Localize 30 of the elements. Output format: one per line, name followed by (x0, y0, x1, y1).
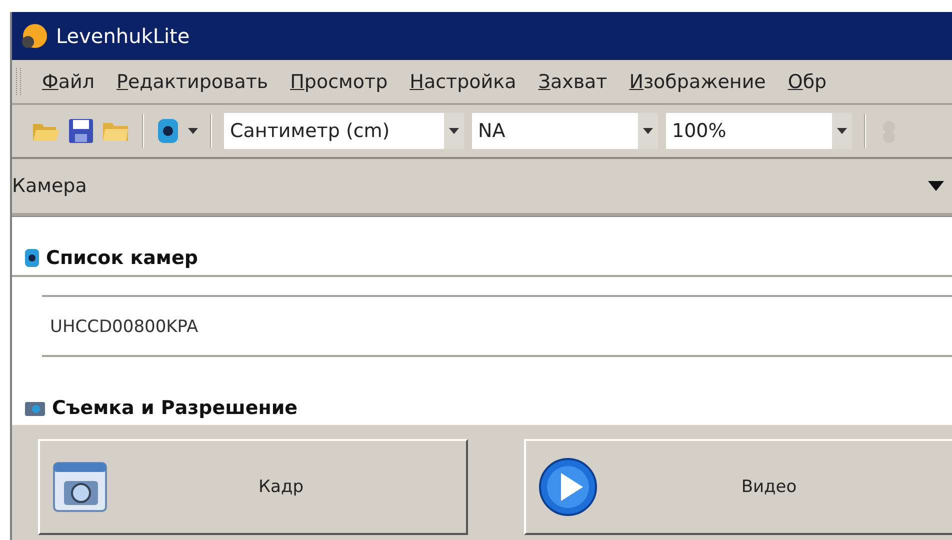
zoom-dropdown[interactable]: 100% (666, 113, 852, 149)
unit-dropdown[interactable]: Сантиметр (cm) (224, 113, 464, 149)
camera-window-icon (52, 459, 108, 515)
camera-icon (24, 248, 40, 268)
menu-item[interactable]: Захват (538, 70, 608, 92)
dropdown-arrow-icon (837, 128, 847, 134)
section-title: Список камер (46, 247, 198, 269)
panel-menu-arrow-icon[interactable] (928, 181, 944, 191)
menu-item[interactable]: Редактировать (116, 70, 268, 92)
dropdown-arrow-icon (449, 128, 459, 134)
app-logo-icon (20, 22, 48, 50)
toolbar-grip (16, 68, 21, 95)
save-icon[interactable] (68, 118, 94, 144)
menu-item[interactable]: Просмотр (290, 70, 388, 92)
window-title: LevenhukLite (56, 24, 190, 48)
section-title: Съемка и Разрешение (52, 397, 298, 419)
play-icon (538, 457, 598, 517)
camera-icon[interactable] (156, 117, 180, 145)
menu-item[interactable]: Настройка (410, 70, 516, 92)
snapshot-button[interactable]: Кадр (38, 439, 468, 535)
video-button[interactable]: Видео (524, 439, 952, 535)
menu-item[interactable]: Файл (42, 70, 94, 92)
menu-item[interactable]: Изображение (629, 70, 766, 92)
dropdown-arrow-icon (188, 128, 198, 134)
camera-icon (24, 399, 46, 417)
magnification-dropdown[interactable]: NA (472, 113, 658, 149)
dropdown-arrow-icon (643, 128, 653, 134)
camera-list-item[interactable]: UHCCD00800KPA (50, 317, 198, 337)
panel-title: Камера (12, 175, 87, 197)
menu-item[interactable]: Обр (788, 70, 827, 92)
